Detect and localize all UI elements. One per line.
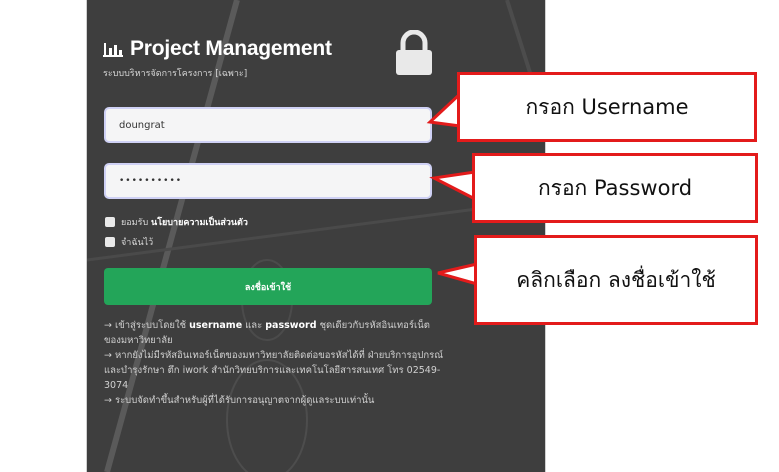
remember-me-label: จำฉันไว้ [121, 238, 154, 248]
note-1-and: และ [242, 320, 266, 331]
app-subtitle: ระบบบริหารจัดการโครงการ [เฉพาะ] [103, 69, 248, 79]
login-notes: → เข้าสู่ระบบโดยใช้ username และ passwor… [104, 318, 444, 408]
bar-chart-icon [103, 43, 123, 57]
privacy-policy-link[interactable]: นโยบายความเป็นส่วนตัว [151, 218, 248, 228]
privacy-prefix: ยอมรับ [121, 218, 149, 228]
lock-icon [396, 30, 432, 75]
login-button[interactable]: ลงชื่อเข้าใช้ [104, 268, 432, 305]
privacy-checkbox[interactable] [105, 217, 115, 227]
password-input[interactable]: •••••••••• [104, 163, 432, 199]
note-line-2: → หากยังไม่มีรหัสอินเทอร์เน็ตของมหาวิทยา… [104, 350, 444, 391]
note-line-1: → เข้าสู่ระบบโดยใช้ username และ passwor… [104, 318, 444, 348]
remember-me-row[interactable]: จำฉันไว้ [105, 235, 153, 249]
callout-login: คลิกเลือก ลงชื่อเข้าใช้ [474, 235, 758, 325]
app-title: Project Management [130, 37, 332, 60]
username-input[interactable]: doungrat [104, 107, 432, 143]
note-1-password: password [265, 320, 317, 331]
privacy-checkbox-label: ยอมรับ นโยบายความเป็นส่วนตัว [121, 215, 248, 229]
note-1-username: username [189, 320, 243, 331]
note-line-3: → ระบบจัดทำขึ้นสำหรับผู้ที่ได้รับการอนุญ… [104, 395, 375, 406]
brand: Project Management [103, 37, 332, 61]
remember-me-checkbox[interactable] [105, 237, 115, 247]
callout-password: กรอก Password [472, 153, 758, 223]
callout-username: กรอก Username [457, 72, 757, 142]
privacy-checkbox-row[interactable]: ยอมรับ นโยบายความเป็นส่วนตัว [105, 215, 248, 229]
note-1-prefix: → เข้าสู่ระบบโดยใช้ [104, 320, 190, 331]
